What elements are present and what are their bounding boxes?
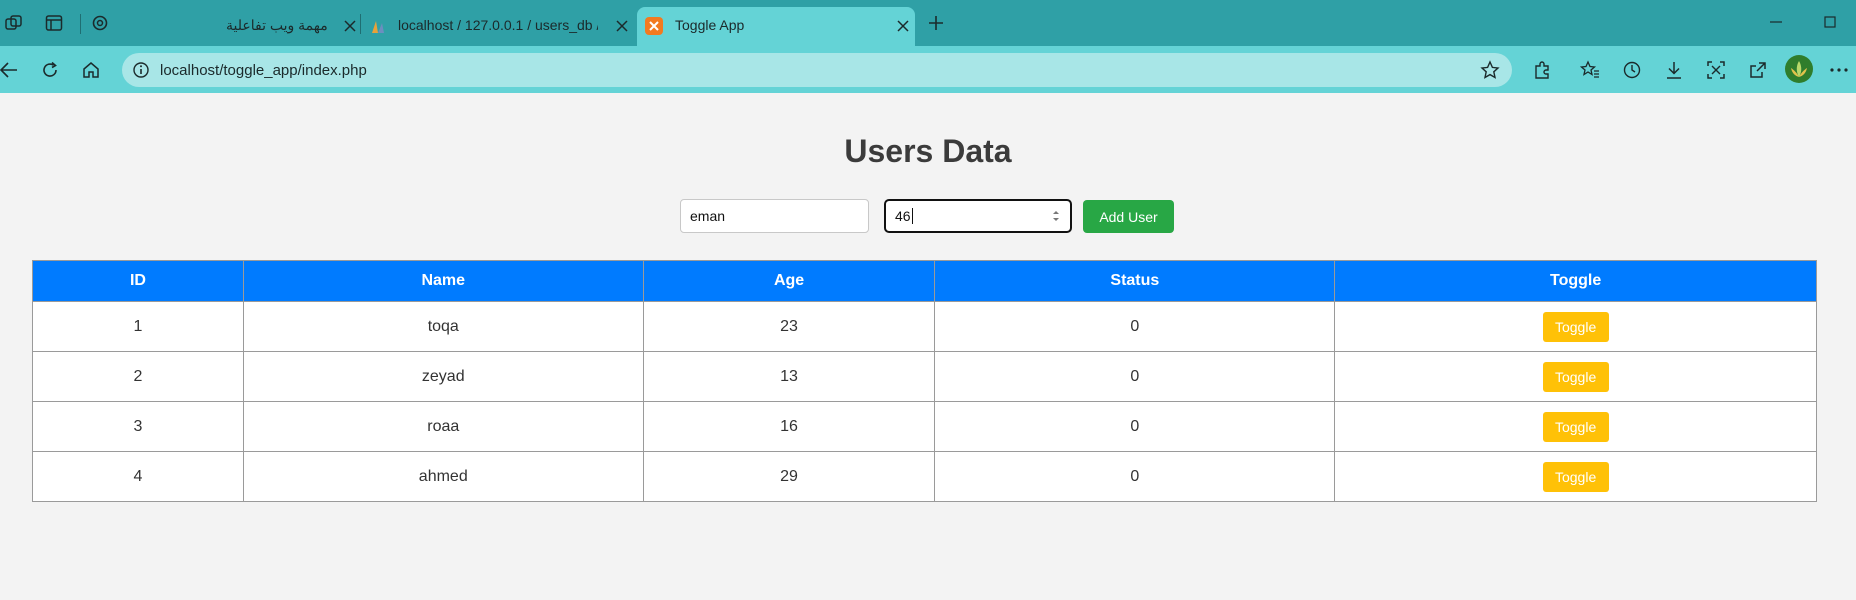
workspaces-icon[interactable] — [4, 13, 24, 33]
cell-toggle: Toggle — [1334, 351, 1817, 402]
cell-age: 13 — [642, 351, 936, 402]
cell-toggle: Toggle — [1334, 301, 1817, 352]
cell-id: 1 — [32, 301, 244, 352]
table-header-row: ID Name Age Status Toggle — [32, 260, 1817, 302]
address-url: localhost/toggle_app/index.php — [160, 62, 367, 79]
cell-status: 0 — [934, 401, 1336, 452]
cell-status: 0 — [934, 451, 1336, 502]
history-icon[interactable] — [1620, 58, 1644, 82]
share-icon[interactable] — [1746, 58, 1770, 82]
tab-strip: مهمة ويب تفاعلية localhost / 127.0.0.1 /… — [0, 0, 1856, 46]
cell-id: 3 — [32, 401, 244, 452]
column-header-age: Age — [642, 260, 936, 302]
address-bar[interactable]: localhost/toggle_app/index.php — [122, 53, 1512, 87]
toggle-button[interactable]: Toggle — [1542, 461, 1609, 492]
close-tab-icon[interactable] — [340, 16, 360, 36]
chatgpt-favicon-icon[interactable] — [90, 13, 110, 33]
cell-name: toqa — [242, 301, 644, 352]
maximize-window-icon[interactable] — [1815, 8, 1845, 36]
tab-phpmyadmin[interactable]: localhost / 127.0.0.1 / users_db / u — [366, 7, 632, 46]
number-spinner-icon[interactable] — [1052, 209, 1060, 223]
more-menu-icon[interactable] — [1827, 58, 1851, 82]
cell-status: 0 — [934, 351, 1336, 402]
screenshot-icon[interactable] — [1704, 58, 1728, 82]
downloads-icon[interactable] — [1662, 58, 1686, 82]
new-tab-icon[interactable] — [926, 13, 946, 33]
browser-toolbar: localhost/toggle_app/index.php — [0, 46, 1856, 93]
favorites-icon[interactable] — [1578, 58, 1602, 82]
tab-toggle-app[interactable]: Toggle App — [637, 7, 915, 46]
toggle-button[interactable]: Toggle — [1542, 311, 1609, 342]
cell-id: 4 — [32, 451, 244, 502]
table-row: 4 ahmed 29 0 Toggle — [32, 451, 1817, 502]
column-header-status: Status — [934, 260, 1336, 302]
favorite-star-icon[interactable] — [1480, 60, 1500, 80]
back-icon[interactable] — [0, 57, 22, 83]
xampp-favicon-icon — [645, 17, 663, 35]
tab-label: مهمة ويب تفاعلية — [226, 17, 328, 33]
cell-age: 29 — [642, 451, 936, 502]
cell-age: 23 — [642, 301, 936, 352]
toggle-button[interactable]: Toggle — [1542, 361, 1609, 392]
age-input[interactable]: 46 — [884, 199, 1072, 233]
add-user-button[interactable]: Add User — [1083, 200, 1174, 233]
cell-id: 2 — [32, 351, 244, 402]
column-header-id: ID — [32, 260, 244, 302]
cell-name: roaa — [242, 401, 644, 452]
age-input-value: 46 — [895, 208, 911, 224]
tab-actions-icon[interactable] — [44, 13, 64, 33]
name-input[interactable]: eman — [680, 199, 869, 233]
page-title: Users Data — [844, 133, 1012, 169]
cell-name: zeyad — [242, 351, 644, 402]
home-icon[interactable] — [78, 57, 104, 83]
close-tab-icon[interactable] — [612, 16, 632, 36]
table-row: 1 toqa 23 0 Toggle — [32, 301, 1817, 352]
table-row: 2 zeyad 13 0 Toggle — [32, 351, 1817, 402]
cell-age: 16 — [642, 401, 936, 452]
cell-status: 0 — [934, 301, 1336, 352]
column-header-toggle: Toggle — [1334, 260, 1817, 302]
refresh-icon[interactable] — [37, 57, 63, 83]
tab-label: Toggle App — [675, 17, 745, 33]
column-header-name: Name — [242, 260, 644, 302]
cell-toggle: Toggle — [1334, 401, 1817, 452]
toggle-button[interactable]: Toggle — [1542, 411, 1609, 442]
table-row: 3 roaa 16 0 Toggle — [32, 401, 1817, 452]
cell-toggle: Toggle — [1334, 451, 1817, 502]
tab-label: localhost / 127.0.0.1 / users_db / u — [398, 17, 598, 33]
users-table: ID Name Age Status Toggle 1 toqa 23 0 To… — [32, 260, 1817, 502]
profile-avatar[interactable] — [1785, 55, 1813, 83]
cell-name: ahmed — [242, 451, 644, 502]
phpmyadmin-favicon-icon — [370, 17, 388, 35]
name-input-value: eman — [690, 208, 726, 224]
minimize-window-icon[interactable] — [1761, 8, 1791, 36]
extensions-icon[interactable] — [1530, 58, 1554, 82]
close-tab-icon[interactable] — [893, 16, 913, 36]
site-info-icon[interactable] — [132, 61, 150, 79]
page-content: Users Data eman 46 Add User ID Name Age … — [0, 93, 1856, 600]
tab-arabic-task[interactable]: مهمة ويب تفاعلية — [110, 7, 360, 46]
